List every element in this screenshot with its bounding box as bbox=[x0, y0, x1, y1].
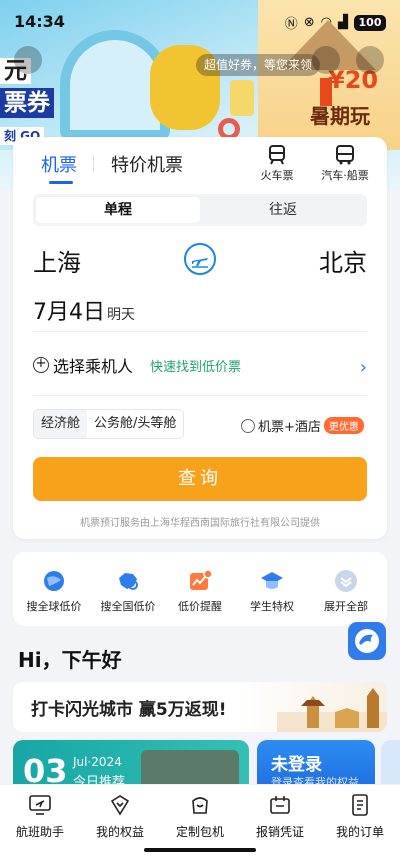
quick-link-price-alert[interactable]: 低价提醒 bbox=[163, 568, 237, 614]
login-card[interactable]: 未登录 登录查看我的权益 bbox=[257, 740, 375, 790]
cabin-class-selector: 经济舱 公务舱/头等舱 bbox=[33, 409, 185, 439]
benefits-icon bbox=[110, 795, 130, 816]
charter-icon bbox=[192, 797, 208, 814]
next-card-peek[interactable] bbox=[381, 740, 400, 790]
search-flights-button[interactable]: 查询 bbox=[33, 457, 367, 501]
departure-date[interactable]: 7月4日 明天 bbox=[33, 294, 135, 326]
train-icon bbox=[269, 145, 285, 165]
more-button[interactable] bbox=[312, 46, 340, 74]
flight-hotel-toggle[interactable]: 机票+酒店 更优惠 bbox=[241, 416, 364, 435]
active-tab-indicator bbox=[49, 181, 73, 184]
wifi-icon: ◠ bbox=[320, 15, 332, 30]
bus-icon bbox=[336, 145, 354, 165]
divider bbox=[33, 395, 367, 396]
recommend-month: Jul·2024 bbox=[73, 755, 122, 769]
departure-city[interactable]: 上海 bbox=[33, 243, 81, 278]
discount-badge: 更优惠 bbox=[323, 417, 364, 434]
tab-divider bbox=[93, 155, 94, 171]
orders-icon bbox=[352, 794, 368, 816]
signal-icon: ▟ bbox=[338, 15, 348, 30]
checkin-campaign-banner[interactable]: 打卡闪光城市 赢5万返现! bbox=[13, 682, 387, 732]
globe-icon bbox=[44, 571, 64, 591]
quick-link-china-low[interactable]: 搜全国低价 bbox=[91, 568, 165, 614]
add-circle-icon: + bbox=[33, 357, 49, 373]
select-passenger-button[interactable]: + 选择乘机人 bbox=[33, 353, 133, 377]
tab-flights[interactable]: 机票 bbox=[41, 151, 77, 177]
nav-my-orders[interactable]: 我的订单 bbox=[320, 793, 400, 840]
economy-option[interactable]: 经济舱 bbox=[34, 410, 88, 438]
business-first-option[interactable]: 公务舱/头等舱 bbox=[87, 410, 183, 438]
date-relative: 明天 bbox=[107, 307, 135, 323]
trip-type-selector: 单程 往返 bbox=[33, 194, 367, 226]
plane-swap-icon bbox=[192, 258, 208, 268]
nfc-icon: Ⓝ bbox=[284, 17, 298, 32]
arrival-city[interactable]: 北京 bbox=[319, 243, 367, 278]
nav-flight-assistant[interactable]: 航班助手 bbox=[0, 793, 80, 840]
mute-icon: ⊗ bbox=[303, 15, 315, 30]
graduation-cap-icon bbox=[261, 572, 283, 589]
back-button[interactable] bbox=[14, 46, 42, 74]
floating-assistant-button[interactable] bbox=[348, 622, 386, 660]
bus-ferry-link[interactable]: 汽车·船票 bbox=[315, 145, 375, 183]
provider-disclaimer: 机票预订服务由上海华程西南国际旅行社有限公司提供 bbox=[80, 518, 320, 529]
round-trip-option[interactable]: 往返 bbox=[201, 197, 365, 223]
expand-all-icon bbox=[335, 570, 357, 592]
flight-monitor-icon bbox=[29, 795, 51, 815]
cake-illustration bbox=[230, 80, 254, 116]
status-time: 14:34 bbox=[14, 12, 65, 31]
quick-link-student[interactable]: 学生特权 bbox=[235, 568, 309, 614]
nav-my-benefits[interactable]: 我的权益 bbox=[80, 793, 160, 840]
dolphin-icon bbox=[355, 629, 379, 653]
quick-link-global-low[interactable]: 搜全球低价 bbox=[17, 568, 91, 614]
status-bar: 14:34 Ⓝ ⊗ ◠ ▟ 100 bbox=[0, 0, 400, 44]
nav-charter[interactable]: 定制包机 bbox=[160, 793, 240, 840]
one-way-option[interactable]: 单程 bbox=[36, 197, 200, 223]
battery-icon: 100 bbox=[354, 14, 386, 31]
pagoda-illustration bbox=[277, 688, 387, 732]
close-button[interactable] bbox=[356, 46, 384, 74]
radio-icon[interactable] bbox=[241, 418, 255, 433]
flight-booking-card: 机票 特价机票 火车票 汽车·船票 单程 往返 上海 北京 7月4日 明天 + … bbox=[13, 137, 387, 539]
low-price-link[interactable]: 快速找到低价票 bbox=[150, 356, 241, 375]
receipt-icon bbox=[270, 796, 290, 814]
coupon-tip[interactable]: 超值好券，等您来领 bbox=[196, 54, 320, 76]
divider bbox=[33, 331, 367, 332]
booking-tabs: 机票 特价机票 火车票 汽车·船票 bbox=[13, 137, 387, 185]
quick-link-expand-all[interactable]: 展开全部 bbox=[309, 568, 383, 614]
status-icons: Ⓝ ⊗ ◠ ▟ 100 bbox=[285, 13, 386, 32]
login-title: 未登录 bbox=[271, 755, 322, 775]
home-indicator[interactable] bbox=[144, 848, 256, 852]
swap-cities-button[interactable] bbox=[184, 243, 216, 275]
train-tickets-link[interactable]: 火车票 bbox=[247, 145, 307, 183]
chevron-right-icon[interactable]: › bbox=[360, 357, 367, 378]
bottom-nav: 航班助手 我的权益 定制包机 报销凭证 我的订单 bbox=[0, 784, 400, 865]
tab-special-fares[interactable]: 特价机票 bbox=[111, 151, 183, 177]
quick-links: 搜全球低价 搜全国低价 低价提醒 学生特权 展开全部 bbox=[13, 552, 387, 626]
daily-recommend-card[interactable]: 03 Jul·2024 今日推荐 bbox=[13, 740, 249, 790]
price-alert-icon bbox=[190, 569, 213, 590]
greeting: Hi，下午好 bbox=[18, 648, 122, 672]
china-map-icon bbox=[119, 573, 138, 590]
nav-receipts[interactable]: 报销凭证 bbox=[240, 793, 320, 840]
promo-subtitle: 暑期玩 bbox=[310, 104, 370, 128]
